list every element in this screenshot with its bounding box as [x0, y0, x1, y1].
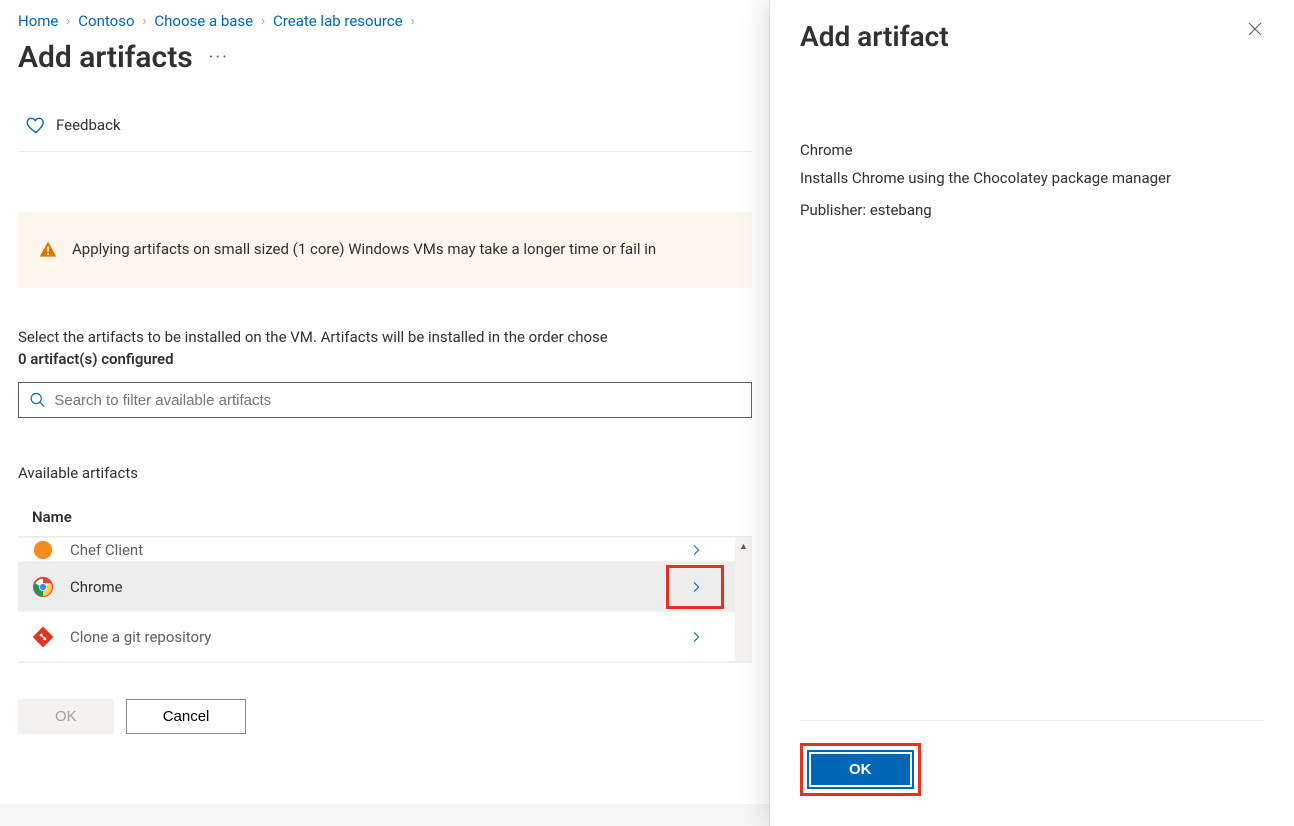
artifact-label: Chef Client [70, 541, 688, 559]
breadcrumb-contoso[interactable]: Contoso [78, 12, 134, 30]
breadcrumb: Home › Contoso › Choose a base › Create … [18, 12, 752, 40]
breadcrumb-create-lab-resource[interactable]: Create lab resource [273, 12, 403, 30]
artifact-name: Chrome [800, 141, 1264, 159]
footer-bar [0, 804, 770, 826]
artifact-label: Chrome [70, 578, 688, 596]
configured-count: 0 artifact(s) configured [18, 350, 752, 368]
heart-icon [26, 115, 46, 135]
scrollbar[interactable]: ▲ [735, 538, 752, 662]
instruction-text: Select the artifacts to be installed on … [18, 328, 752, 346]
close-icon[interactable] [1246, 20, 1264, 38]
artifact-label: Clone a git repository [70, 628, 688, 646]
search-input[interactable] [18, 382, 752, 418]
panel-title: Add artifact [800, 20, 949, 53]
highlight-box: OK [800, 743, 921, 796]
chevron-right-icon: › [411, 14, 415, 29]
list-item[interactable]: Chrome [18, 562, 752, 612]
warning-text: Applying artifacts on small sized (1 cor… [72, 240, 656, 258]
artifact-description: Installs Chrome using the Chocolatey pac… [800, 169, 1264, 187]
panel-ok-button[interactable]: OK [811, 754, 910, 785]
chevron-right-icon[interactable] [688, 629, 704, 645]
chevron-right-icon: › [261, 14, 265, 29]
artifact-publisher: Publisher: estebang [800, 201, 1264, 219]
feedback-label: Feedback [56, 116, 121, 134]
git-icon [32, 626, 54, 648]
scroll-up-icon[interactable]: ▲ [735, 538, 752, 555]
add-artifact-panel: Add artifact Chrome Installs Chrome usin… [770, 0, 1294, 826]
chef-icon [32, 539, 54, 561]
chevron-right-icon[interactable] [688, 579, 704, 595]
chrome-icon [32, 576, 54, 598]
available-artifacts-label: Available artifacts [18, 464, 752, 482]
chevron-right-icon: › [143, 14, 147, 29]
chevron-right-icon[interactable] [688, 542, 704, 558]
breadcrumb-choose-base[interactable]: Choose a base [154, 12, 253, 30]
warning-banner: Applying artifacts on small sized (1 cor… [18, 212, 752, 288]
cancel-button[interactable]: Cancel [126, 699, 247, 734]
breadcrumb-home[interactable]: Home [18, 12, 58, 30]
chevron-right-icon: › [66, 14, 70, 29]
list-item[interactable]: Clone a git repository [18, 612, 752, 662]
list-item[interactable]: Chef Client [18, 538, 752, 562]
warning-icon [38, 240, 58, 260]
search-icon [29, 391, 46, 409]
feedback-button[interactable]: Feedback [18, 75, 752, 152]
ok-button[interactable]: OK [18, 699, 114, 734]
page-title: Add artifacts [18, 40, 193, 75]
search-field[interactable] [54, 392, 741, 409]
column-header-name[interactable]: Name [18, 498, 752, 537]
more-options-icon[interactable]: ··· [209, 47, 229, 68]
